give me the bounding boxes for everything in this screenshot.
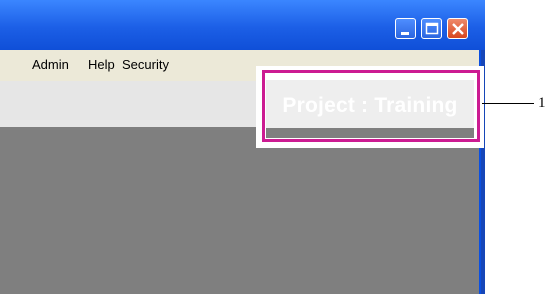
main-content-area	[0, 127, 479, 294]
menu-item-admin[interactable]: Admin	[32, 57, 69, 72]
close-button[interactable]	[447, 18, 468, 39]
maximize-icon	[425, 22, 439, 35]
minimize-button[interactable]	[395, 18, 416, 39]
minimize-icon	[401, 32, 409, 35]
menu-item-security[interactable]: Security	[122, 57, 169, 72]
title-bar[interactable]	[0, 0, 485, 50]
menu-item-help[interactable]: Help	[88, 57, 115, 72]
maximize-button[interactable]	[421, 18, 442, 39]
callout-highlight-box	[262, 70, 480, 142]
callout-leader-line	[482, 103, 534, 104]
close-icon	[452, 23, 464, 35]
callout-number: 1	[538, 95, 546, 111]
